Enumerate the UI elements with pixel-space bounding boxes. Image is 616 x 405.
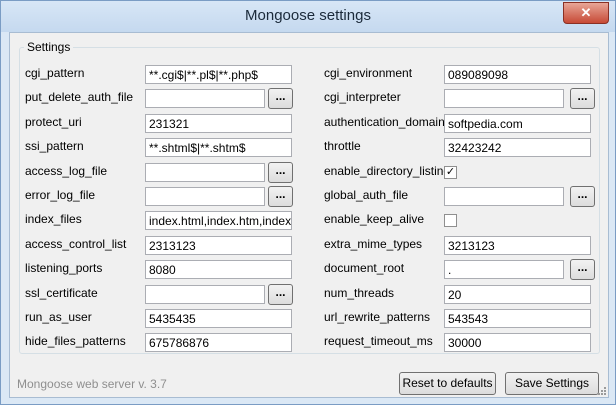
label-enable-keep-alive: enable_keep_alive: [324, 212, 425, 227]
label-access-control-list: access_control_list: [25, 236, 127, 251]
input-cgi-pattern[interactable]: **.cgi$|**.pl$|**.php$: [145, 65, 292, 84]
checkbox-enable-directory-listing[interactable]: ✓: [444, 165, 457, 179]
browse-button-document-root[interactable]: ...: [570, 259, 595, 281]
input-request-timeout-ms[interactable]: 30000: [444, 333, 591, 353]
title-bar[interactable]: Mongoose settings ✕: [1, 1, 615, 32]
label-access-log-file: access_log_file: [25, 163, 108, 178]
browse-button-ssl-certificate[interactable]: ...: [268, 283, 293, 305]
browse-button-put-delete-auth-file[interactable]: ...: [268, 88, 293, 110]
browse-button-access-log-file[interactable]: ...: [268, 161, 293, 183]
input-error-log-file[interactable]: [145, 187, 265, 206]
checkbox-enable-keep-alive[interactable]: [444, 214, 457, 228]
version-label: Mongoose web server v. 3.7: [17, 377, 167, 391]
label-extra-mime-types: extra_mime_types: [324, 236, 423, 251]
label-run-as-user: run_as_user: [25, 310, 92, 324]
input-ssl-certificate[interactable]: [145, 284, 265, 304]
input-document-root[interactable]: .: [444, 260, 564, 280]
input-cgi-environment[interactable]: 089089098: [444, 65, 591, 84]
settings-window: Mongoose settings ✕ Settings cgi_pattern…: [0, 0, 616, 405]
label-put-delete-auth-file: put_delete_auth_file: [25, 90, 134, 105]
input-cgi-interpreter[interactable]: [444, 89, 564, 109]
label-error-log-file: error_log_file: [25, 188, 96, 202]
label-listening-ports: listening_ports: [25, 261, 103, 276]
close-icon: ✕: [580, 5, 592, 20]
input-global-auth-file[interactable]: [444, 187, 564, 206]
input-url-rewrite-patterns[interactable]: 543543: [444, 309, 591, 328]
label-cgi-interpreter: cgi_interpreter: [324, 90, 401, 105]
label-enable-directory-listing: enable_directory_listing: [324, 163, 451, 178]
label-hide-files-patterns: hide_files_patterns: [25, 334, 126, 349]
input-run-as-user[interactable]: 5435435: [145, 309, 292, 328]
resize-grip-icon[interactable]: [596, 385, 606, 395]
input-protect-uri[interactable]: 231321: [145, 113, 292, 133]
save-settings-button[interactable]: Save Settings: [505, 372, 599, 395]
input-listening-ports[interactable]: 8080: [145, 260, 292, 280]
label-global-auth-file: global_auth_file: [324, 188, 409, 202]
label-index-files: index_files: [25, 212, 82, 227]
input-put-delete-auth-file[interactable]: [145, 89, 265, 109]
browse-button-cgi-interpreter[interactable]: ...: [570, 88, 595, 110]
label-url-rewrite-patterns: url_rewrite_patterns: [324, 310, 431, 324]
input-throttle[interactable]: 32423242: [444, 138, 591, 158]
label-request-timeout-ms: request_timeout_ms: [324, 334, 433, 349]
reset-defaults-button[interactable]: Reset to defaults: [399, 372, 496, 395]
input-ssi-pattern[interactable]: **.shtml$|**.shtm$: [145, 138, 292, 158]
client-area: Settings cgi_pattern **.cgi$|**.pl$|**.ph…: [9, 32, 609, 398]
browse-button-error-log-file[interactable]: ...: [268, 186, 293, 207]
input-access-control-list[interactable]: 2313123: [145, 235, 292, 255]
label-authentication-domain: authentication_domain: [324, 114, 445, 129]
input-authentication-domain[interactable]: softpedia.com: [444, 113, 591, 133]
input-extra-mime-types[interactable]: 3213123: [444, 235, 591, 255]
settings-group-title: Settings: [24, 40, 74, 54]
label-ssl-certificate: ssl_certificate: [25, 285, 98, 300]
label-cgi-pattern: cgi_pattern: [25, 66, 85, 80]
label-protect-uri: protect_uri: [25, 114, 82, 129]
input-num-threads[interactable]: 20: [444, 284, 591, 304]
browse-button-global-auth-file[interactable]: ...: [570, 186, 595, 207]
input-hide-files-patterns[interactable]: 675786876: [145, 333, 292, 353]
label-document-root: document_root: [324, 261, 405, 276]
close-button[interactable]: ✕: [563, 2, 609, 24]
label-cgi-environment: cgi_environment: [324, 66, 413, 80]
input-index-files[interactable]: index.html,index.htm,index.c: [145, 211, 292, 231]
window-title: Mongoose settings: [245, 7, 371, 24]
label-ssi-pattern: ssi_pattern: [25, 139, 84, 154]
label-num-threads: num_threads: [324, 285, 395, 300]
input-access-log-file[interactable]: [145, 162, 265, 182]
label-throttle: throttle: [324, 139, 361, 154]
